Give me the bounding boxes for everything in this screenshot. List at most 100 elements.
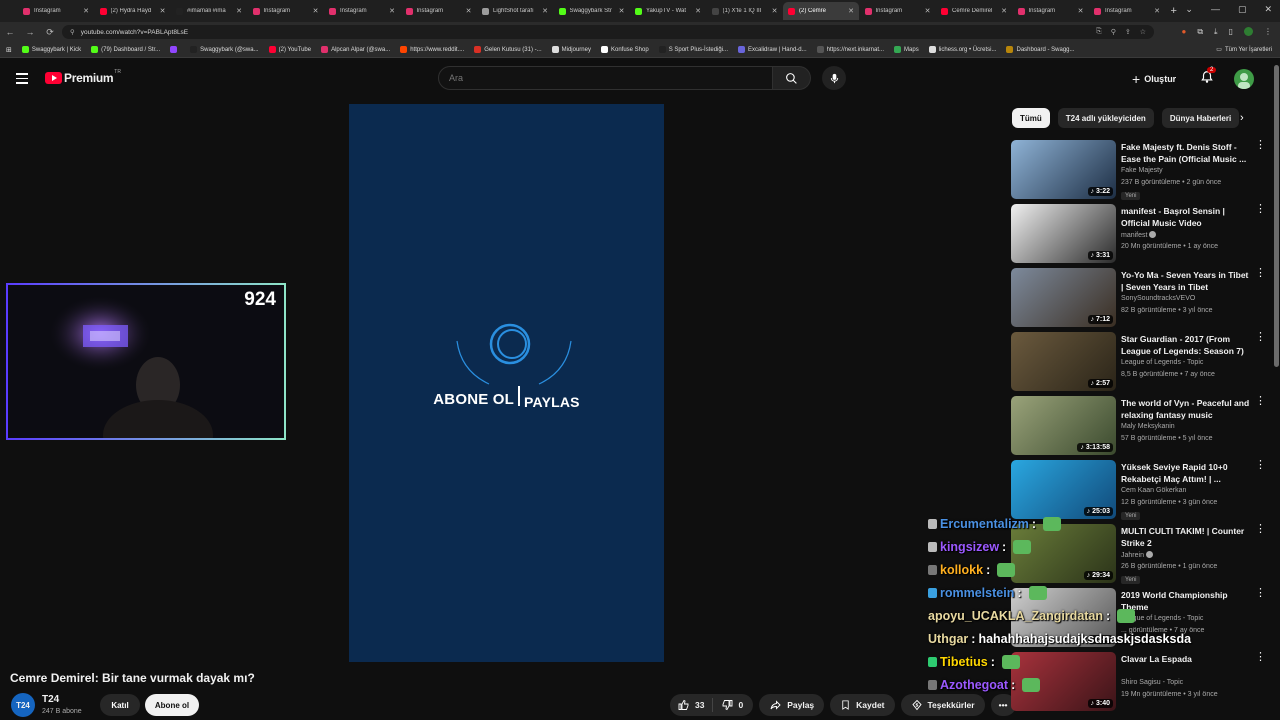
recommendation-item[interactable]: ♪ 3:22 Fake Majesty ft. Denis Stoff - Eas…	[1011, 139, 1267, 203]
browser-tab[interactable]: YakupTV - Wat ✕	[630, 2, 706, 20]
tab-close-icon[interactable]: ✕	[772, 7, 778, 15]
video-thumbnail[interactable]: ♪ 25:03	[1011, 460, 1116, 519]
browser-tab[interactable]: Instagram ✕	[1013, 2, 1089, 20]
browser-tab[interactable]: #imamali #ima ✕	[171, 2, 247, 20]
zoom-icon[interactable]: ⚲	[1111, 28, 1116, 36]
tab-close-icon[interactable]: ✕	[1001, 7, 1007, 15]
browser-tab[interactable]: Instagram ✕	[248, 2, 324, 20]
new-tab-icon[interactable]: +	[1171, 5, 1177, 17]
downloads-icon[interactable]: ⤓	[1214, 27, 1218, 37]
subscribe-button[interactable]: Abone ol	[145, 694, 199, 716]
bookmark-item[interactable]	[170, 46, 180, 53]
more-options-icon[interactable]: ⋮	[1255, 268, 1266, 279]
more-options-icon[interactable]: ⋮	[1255, 332, 1266, 343]
bookmark-item[interactable]: Excalidraw | Hand-d...	[738, 46, 807, 53]
tab-close-icon[interactable]: ✕	[1078, 7, 1084, 15]
search-input[interactable]	[449, 73, 772, 83]
bookmark-item[interactable]: (2) YouTube	[268, 46, 311, 53]
create-button[interactable]: + Oluştur	[1132, 71, 1176, 87]
recommendation-channel[interactable]: Maly Meksykanin	[1121, 423, 1175, 430]
bookmark-item[interactable]: Midjourney	[551, 46, 591, 53]
bookmark-item[interactable]: Swaggybark (@swa...	[190, 46, 259, 53]
recommendation-title[interactable]: manifest - Başrol Sensin | Official Musi…	[1121, 205, 1251, 229]
filter-chip[interactable]: T24 adlı yükleyiciden	[1057, 108, 1154, 128]
recommendation-channel[interactable]: League of Legends - Topic	[1121, 359, 1203, 366]
chevron-right-icon[interactable]: ›	[1240, 112, 1244, 124]
reload-icon[interactable]: ⟳	[40, 27, 60, 38]
video-thumbnail[interactable]: ♪ 3:22	[1011, 140, 1116, 199]
site-info-icon[interactable]: ⚲	[70, 28, 75, 36]
browser-tab[interactable]: Cemre Demirel ✕	[936, 2, 1012, 20]
browser-tab[interactable]: Instagram ✕	[18, 2, 94, 20]
thanks-button[interactable]: $ Teşekkürler	[900, 694, 985, 716]
filter-chip[interactable]: Tümü	[1012, 108, 1050, 128]
search-box[interactable]	[438, 66, 773, 90]
install-icon[interactable]: ⎘	[1096, 28, 1102, 36]
tab-close-icon[interactable]: ✕	[542, 7, 548, 15]
browser-tab[interactable]: Swaggybark Str ✕	[554, 2, 630, 20]
tab-close-icon[interactable]: ✕	[925, 7, 931, 15]
bookmark-item[interactable]: lichess.org • Ücretsi...	[928, 46, 996, 53]
browser-tab[interactable]: Instagram ✕	[324, 2, 400, 20]
forward-icon[interactable]: →	[20, 27, 40, 37]
user-avatar[interactable]	[1234, 69, 1254, 89]
video-player[interactable]: ABONE OL PAYLAS	[349, 104, 664, 662]
chevron-down-icon[interactable]: ⌄	[1185, 4, 1193, 15]
recommendation-item[interactable]: ♪ 3:13:58 The world of Vyn - Peaceful and…	[1011, 395, 1267, 459]
share-button[interactable]: Paylaş	[759, 694, 825, 716]
bookmark-item[interactable]: Maps	[894, 46, 919, 53]
voice-search-button[interactable]	[822, 66, 846, 90]
bookmark-item[interactable]: Gelen Kutusu (31) -...	[474, 46, 542, 53]
tab-close-icon[interactable]: ✕	[619, 7, 625, 15]
recommendation-title[interactable]: Yüksek Seviye Rapid 10+0 Rekabetçi Maç A…	[1121, 461, 1251, 485]
channel-avatar[interactable]: T24	[11, 693, 35, 717]
more-options-icon[interactable]: ⋮	[1255, 140, 1266, 151]
tab-close-icon[interactable]: ✕	[466, 7, 472, 15]
youtube-premium-logo[interactable]: Premium TR	[45, 69, 121, 85]
bookmark-item[interactable]: (79) Dashboard / Str...	[91, 46, 160, 53]
video-thumbnail[interactable]: ♪ 7:12	[1011, 268, 1116, 327]
recommendation-item[interactable]: ♪ 7:12 Yo-Yo Ma - Seven Years in Tibet | …	[1011, 267, 1267, 331]
recommendation-channel[interactable]: SonySoundtracksVEVO	[1121, 295, 1195, 302]
tab-close-icon[interactable]: ✕	[313, 7, 319, 15]
url-input[interactable]: ⚲ youtube.com/watch?v=PABLApt8LsE ⎘ ⚲ ⇪ …	[62, 25, 1154, 39]
more-options-icon[interactable]: ⋮	[1255, 460, 1266, 471]
close-window-icon[interactable]: ✕	[1264, 4, 1272, 15]
tab-close-icon[interactable]: ✕	[236, 7, 242, 15]
recommendation-channel[interactable]: Cem Kaan Gökerkan	[1121, 487, 1186, 494]
share-icon[interactable]: ⇪	[1125, 28, 1131, 36]
tab-close-icon[interactable]: ✕	[695, 7, 701, 15]
filter-chip[interactable]: Dünya Haberleri	[1161, 108, 1240, 128]
tab-close-icon[interactable]: ✕	[1154, 7, 1160, 15]
browser-tab[interactable]: LightShot tarafı ✕	[477, 2, 553, 20]
extension-puzzle-icon[interactable]: ⧉	[1197, 27, 1203, 37]
extension-icon[interactable]: ●	[1181, 27, 1186, 37]
bookmark-item[interactable]: https://www.reddit....	[400, 46, 464, 53]
join-button[interactable]: Katıl	[100, 694, 140, 716]
video-thumbnail[interactable]: ♪ 2:57	[1011, 332, 1116, 391]
browser-tab[interactable]: Instagram ✕	[1089, 2, 1165, 20]
video-thumbnail[interactable]: ♪ 3:31	[1011, 204, 1116, 263]
profile-avatar[interactable]	[1244, 27, 1253, 36]
hamburger-menu-icon[interactable]	[16, 73, 28, 87]
video-thumbnail[interactable]: ♪ 3:13:58	[1011, 396, 1116, 455]
tab-close-icon[interactable]: ✕	[83, 7, 89, 15]
browser-tab[interactable]: Instagram ✕	[401, 2, 477, 20]
browser-tab[interactable]: (1) X'te 1 IQ III ✕	[707, 2, 783, 20]
bookmark-item[interactable]: https://next.inkarnat...	[816, 46, 884, 53]
browser-tab[interactable]: (2) Cemre ✕	[783, 2, 859, 20]
bookmark-item[interactable]: Alpcan Alpar (@swa...	[321, 46, 390, 53]
bookmark-item[interactable]: Swaggybark | Kick	[21, 46, 81, 53]
menu-kebab-icon[interactable]: ⋮	[1264, 27, 1272, 37]
all-bookmarks-button[interactable]: ▭ Tüm Yer İşaretleri	[1216, 46, 1272, 54]
tab-close-icon[interactable]: ✕	[389, 7, 395, 15]
recommendation-title[interactable]: The world of Vyn - Peaceful and relaxing…	[1121, 397, 1251, 421]
bookmark-star-icon[interactable]: ☆	[1140, 28, 1146, 36]
recommendation-channel[interactable]: Fake Majesty	[1121, 167, 1163, 174]
minimize-icon[interactable]: —	[1211, 4, 1220, 15]
notifications-button[interactable]: 2	[1200, 67, 1217, 89]
like-button[interactable]: 33	[670, 698, 714, 712]
browser-tab[interactable]: Instagram ✕	[860, 2, 936, 20]
maximize-icon[interactable]: ▢	[1238, 4, 1247, 15]
channel-name[interactable]: T24	[42, 694, 59, 705]
